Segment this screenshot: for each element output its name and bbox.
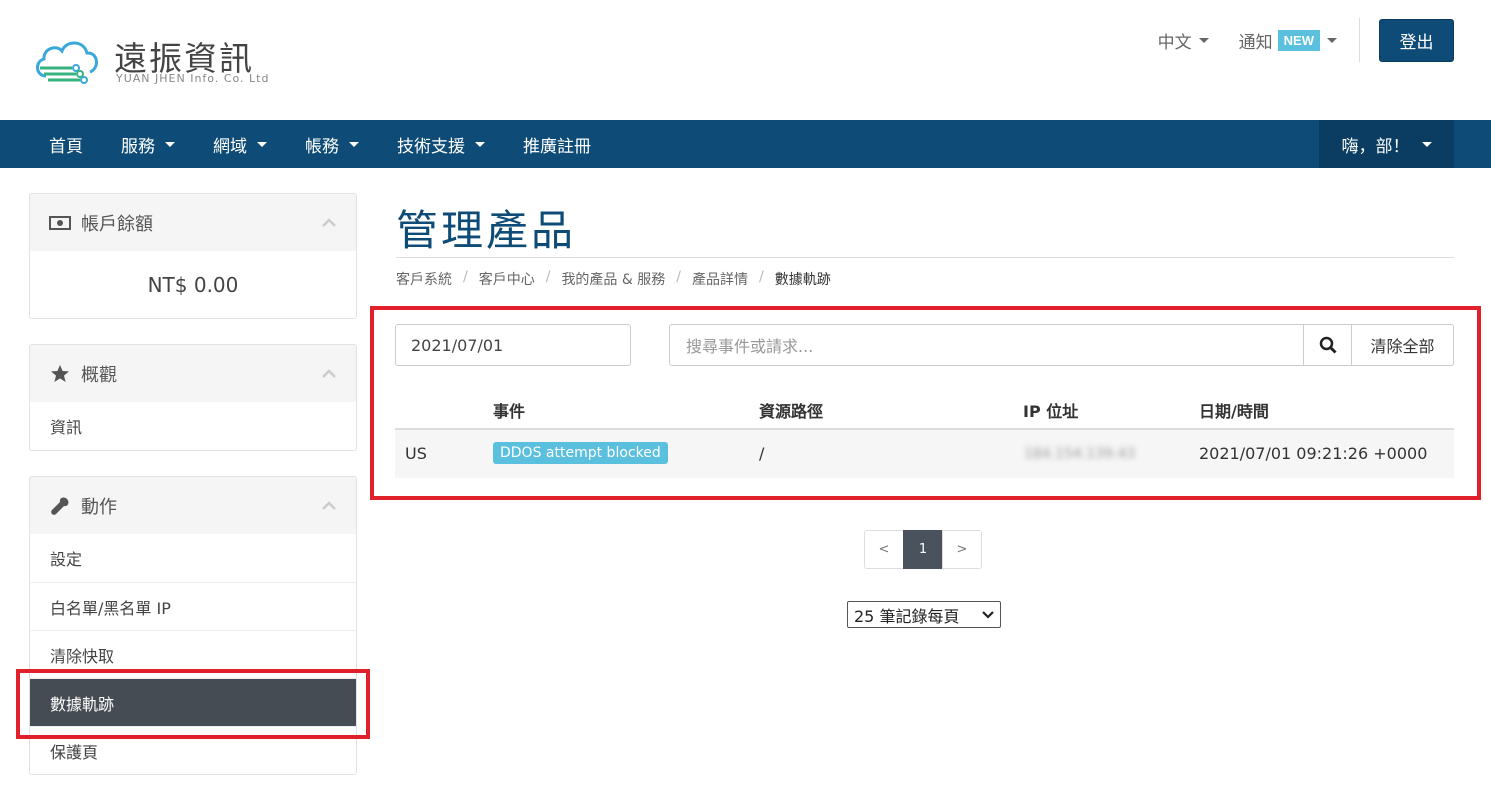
table-header: 事件 資源路徑 IP 位址 日期/時間 <box>395 384 1454 430</box>
caret-down-icon <box>475 141 485 147</box>
wrench-icon <box>49 495 71 517</box>
cloud-logo-icon <box>36 41 98 84</box>
notifications-dropdown[interactable]: 通知 NEW <box>1239 28 1337 53</box>
main-navbar: 首頁 服務 網域 帳務 技術支援 推廣註冊 嗨，部！ <box>0 120 1491 168</box>
sidebar-item-settings[interactable]: 設定 <box>30 534 356 582</box>
breadcrumb-item[interactable]: 客戶系統 <box>396 269 452 289</box>
table-row[interactable]: US DDOS attempt blocked / 184.154.139.43… <box>395 430 1454 478</box>
caret-down-icon <box>1421 141 1432 147</box>
column-header-event[interactable]: 事件 <box>493 398 525 422</box>
search-button[interactable] <box>1303 324 1352 366</box>
nav-item-label: 技術支援 <box>397 136 465 157</box>
panel-title: 動作 <box>81 496 117 518</box>
new-badge: NEW <box>1277 29 1320 51</box>
balance-panel-header[interactable]: 帳戶餘額 <box>30 194 356 251</box>
star-icon <box>49 363 71 385</box>
pagination: < 1 > <box>864 530 982 569</box>
language-label: 中文 <box>1157 32 1192 53</box>
nav-item-affiliates[interactable]: 推廣註冊 <box>504 120 610 168</box>
title-divider <box>396 257 1454 258</box>
header-actions: 中文 通知 NEW 登出 <box>1158 18 1454 62</box>
breadcrumb-item[interactable]: 我的產品 & 服務 <box>561 269 665 289</box>
events-table: 事件 資源路徑 IP 位址 日期/時間 US DDOS attempt bloc… <box>395 384 1454 478</box>
pagination-page[interactable]: 1 <box>903 530 943 569</box>
breadcrumb-item[interactable]: 客戶中心 <box>479 269 535 289</box>
nav-item-support[interactable]: 技術支援 <box>378 120 504 168</box>
chevron-up-icon[interactable] <box>322 216 336 230</box>
cell-country: US <box>405 444 427 463</box>
logout-button[interactable]: 登出 <box>1379 18 1454 62</box>
caret-down-icon <box>349 141 359 147</box>
user-menu-dropdown[interactable]: 嗨，部！ <box>1319 120 1454 168</box>
money-icon <box>49 212 71 234</box>
nav-item-domains[interactable]: 網域 <box>194 120 286 168</box>
breadcrumb-current: 數據軌跡 <box>774 272 831 288</box>
caret-down-icon <box>1198 37 1209 43</box>
breadcrumb-item[interactable]: 產品詳情 <box>692 269 748 289</box>
balance-value: NT$ 0.00 <box>147 272 239 297</box>
nav-item-home[interactable]: 首頁 <box>30 120 102 168</box>
nav-item-label: 服務 <box>121 136 155 157</box>
nav-item-label: 網域 <box>213 136 247 157</box>
chevron-up-icon[interactable] <box>322 499 336 513</box>
language-dropdown[interactable]: 中文 <box>1158 28 1209 53</box>
nav-item-services[interactable]: 服務 <box>102 120 194 168</box>
chevron-up-icon[interactable] <box>322 367 336 381</box>
chevron-down-icon <box>982 611 994 619</box>
breadcrumb: 客戶系統 / 客戶中心 / 我的產品 & 服務 / 產品詳情 / 數據軌跡 <box>396 269 831 289</box>
search-icon <box>1319 336 1337 354</box>
user-greeting: 嗨，部！ <box>1341 136 1410 157</box>
pagination-next[interactable]: > <box>942 530 982 569</box>
per-page-value: 25 筆記錄每頁 <box>854 606 960 626</box>
notifications-label: 通知 <box>1238 32 1273 53</box>
nav-item-billing[interactable]: 帳務 <box>286 120 378 168</box>
overview-panel-header[interactable]: 概觀 <box>30 345 356 402</box>
caret-down-icon <box>1327 37 1337 43</box>
pagination-prev[interactable]: < <box>864 530 904 569</box>
caret-down-icon <box>165 141 175 147</box>
column-header-path[interactable]: 資源路徑 <box>759 398 823 422</box>
search-group: 搜尋事件或請求... 清除全部 <box>669 324 1454 366</box>
search-input[interactable]: 搜尋事件或請求... <box>669 324 1303 366</box>
per-page-select[interactable]: 25 筆記錄每頁 <box>847 601 1001 628</box>
date-filter-input[interactable]: 2021/07/01 <box>395 324 631 366</box>
nav-item-label: 推廣註冊 <box>523 136 591 157</box>
panel-title: 概觀 <box>81 364 117 386</box>
page-title: 管理產品 <box>396 206 577 255</box>
clear-all-button[interactable]: 清除全部 <box>1352 324 1454 366</box>
nav-item-label: 首頁 <box>49 136 83 157</box>
nav-item-label: 帳務 <box>305 136 339 157</box>
sidebar-item-ip-whitelist[interactable]: 白名單/黑名單 IP <box>30 582 356 630</box>
company-logo[interactable]: 遠振資訊 YUAN JHEN Info. Co. Ltd <box>32 30 292 90</box>
nav-menu: 首頁 服務 網域 帳務 技術支援 推廣註冊 <box>30 120 610 168</box>
cell-datetime: 2021/07/01 09:21:26 +0000 <box>1199 444 1428 463</box>
overview-panel: 概觀 資訊 <box>29 344 357 451</box>
header-divider <box>1359 18 1360 62</box>
column-header-ip[interactable]: IP 位址 <box>1023 398 1078 422</box>
cell-ip: 184.154.139.43 <box>1024 446 1136 462</box>
logo-subtext: YUAN JHEN Info. Co. Ltd <box>116 72 270 85</box>
balance-panel: 帳戶餘額 NT$ 0.00 <box>29 193 357 319</box>
actions-panel-header[interactable]: 動作 <box>30 477 356 534</box>
highlight-box-sidebar <box>16 669 370 739</box>
cell-path: / <box>759 444 765 463</box>
column-header-datetime[interactable]: 日期/時間 <box>1199 398 1269 422</box>
site-header: 遠振資訊 YUAN JHEN Info. Co. Ltd 中文 通知 NEW 登… <box>0 0 1491 120</box>
sidebar-item-info[interactable]: 資訊 <box>30 402 356 450</box>
event-badge: DDOS attempt blocked <box>493 442 668 464</box>
panel-title: 帳戶餘額 <box>81 213 153 235</box>
caret-down-icon <box>257 141 267 147</box>
